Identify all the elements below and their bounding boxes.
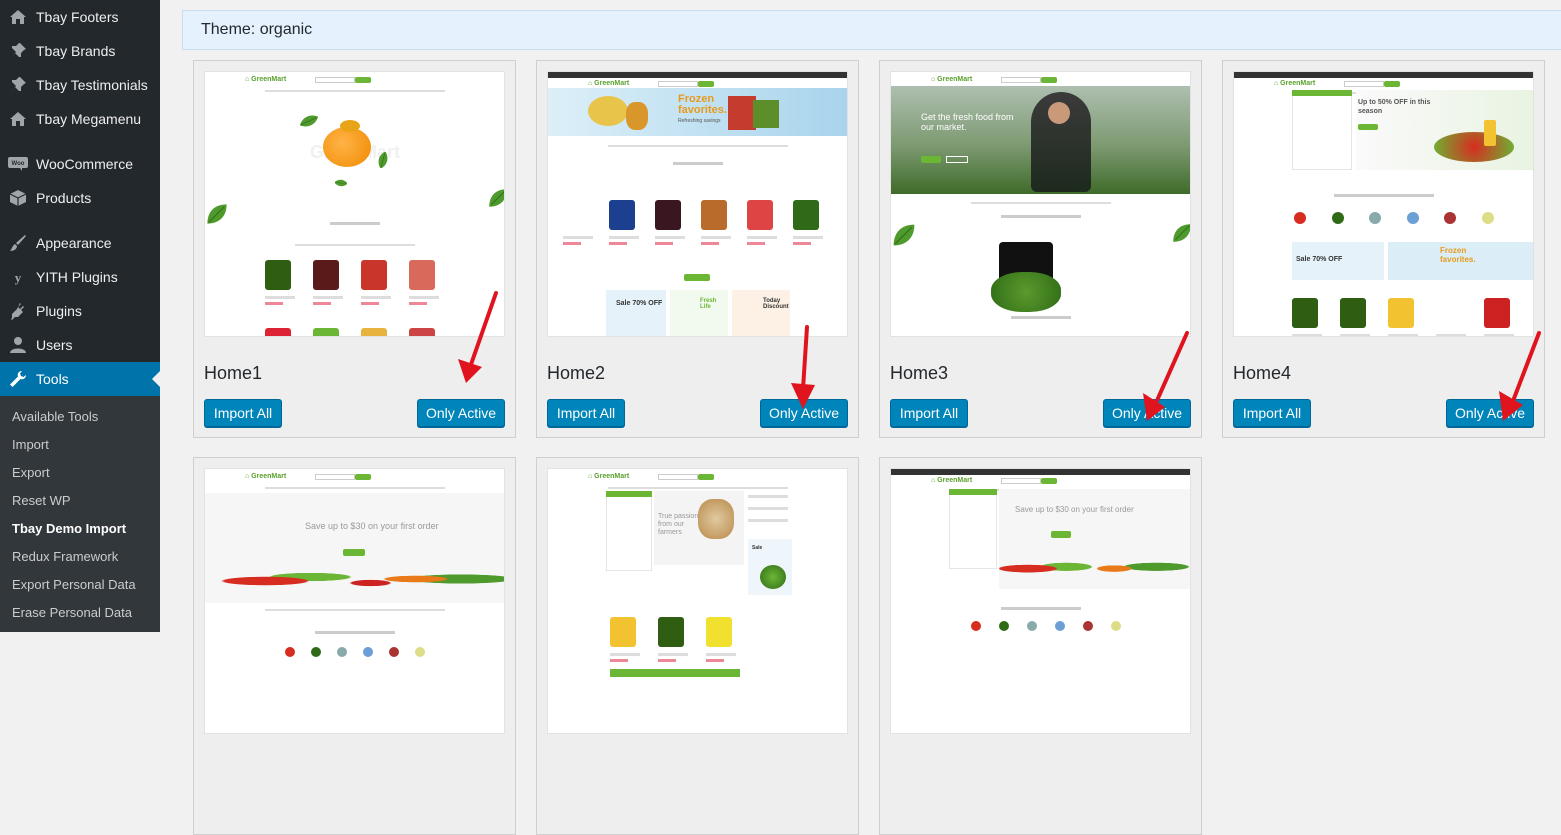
sidebar-item-tools[interactable]: Tools <box>0 362 160 396</box>
sidebar-item-tbay-testimonials[interactable]: Tbay Testimonials <box>0 68 160 102</box>
home-icon <box>0 109 36 129</box>
sidebar-item-label: WooCommerce <box>36 156 133 172</box>
import-all-button[interactable]: Import All <box>1233 399 1311 427</box>
submenu-item-import[interactable]: Import <box>12 435 49 455</box>
demo-screenshot: ⌂ GreenMart True passionate from our farm… <box>547 468 848 734</box>
sidebar-item-appearance[interactable]: Appearance <box>0 226 160 260</box>
woocommerce-icon: Woo <box>0 154 36 174</box>
import-all-button[interactable]: Import All <box>890 399 968 427</box>
demo-card-home2: ⌂ GreenMart Frozen favorites. Refreshing s… <box>536 60 859 438</box>
sidebar-item-label: Tbay Testimonials <box>36 77 148 93</box>
theme-title: Theme: organic <box>201 21 313 38</box>
yith-icon: y <box>0 267 36 287</box>
sidebar-item-users[interactable]: Users <box>0 328 160 362</box>
demo-screenshot: ⌂ GreenMart Up to 50% OFF in this season S… <box>1233 71 1534 337</box>
pin-icon <box>0 41 36 61</box>
submenu-item-export-personal-data[interactable]: Export Personal Data <box>12 575 136 595</box>
svg-text:y: y <box>15 270 22 285</box>
demo-card-home1: ⌂ GreenMartGreenMartHome1Import AllOnly … <box>193 60 516 438</box>
sidebar-item-tbay-footers[interactable]: Tbay Footers <box>0 0 160 34</box>
demo-screenshot: ⌂ GreenMart Get the fresh food from our m… <box>890 71 1191 337</box>
plug-icon <box>0 301 36 321</box>
import-all-button[interactable]: Import All <box>547 399 625 427</box>
submenu-item-tbay-demo-import[interactable]: Tbay Demo Import <box>12 519 126 539</box>
annotation-arrow-icon <box>458 291 498 383</box>
demo-screenshot: ⌂ GreenMart Save up to $30 on your first … <box>204 468 505 734</box>
submenu-item-erase-personal-data[interactable]: Erase Personal Data <box>12 603 132 623</box>
submenu-item-reset-wp[interactable]: Reset WP <box>12 491 71 511</box>
sidebar-item-label: Tbay Brands <box>36 43 116 59</box>
user-icon <box>0 335 36 355</box>
annotation-arrow-icon <box>1499 331 1541 421</box>
only-active-button[interactable]: Only Active <box>417 399 505 427</box>
demo-name: Home3 <box>890 363 949 383</box>
demo-screenshot: ⌂ GreenMart Frozen favorites. Refreshing s… <box>547 71 848 337</box>
demo-card-home4: ⌂ GreenMart Up to 50% OFF in this season S… <box>1222 60 1545 438</box>
annotation-arrow-icon <box>1143 331 1189 421</box>
sidebar-item-plugins[interactable]: Plugins <box>0 294 160 328</box>
demo-card-home5: ⌂ GreenMart Save up to $30 on your first … <box>193 457 516 835</box>
sidebar-item-label: Tools <box>36 371 69 387</box>
submenu-item-redux-framework[interactable]: Redux Framework <box>12 547 118 567</box>
sidebar-item-label: Users <box>36 337 73 353</box>
sidebar-item-label: Plugins <box>36 303 82 319</box>
sidebar-item-woocommerce[interactable]: Woo WooCommerce <box>0 147 160 181</box>
tools-submenu: Available Tools Import Export Reset WP Tbay … <box>0 396 160 632</box>
sidebar-item-label: Products <box>36 190 92 206</box>
main-content: Theme: organic ⌂ GreenMartGreenMartHome1… <box>182 10 1561 835</box>
import-all-button[interactable]: Import All <box>204 399 282 427</box>
annotation-arrow-icon <box>791 325 815 409</box>
sidebar-item-label: Tbay Footers <box>36 9 119 25</box>
sidebar-item-label: Appearance <box>36 235 112 251</box>
paintbrush-icon <box>0 233 36 253</box>
sidebar-item-label: YITH Plugins <box>36 269 118 285</box>
demo-card-home6: ⌂ GreenMart True passionate from our farm… <box>536 457 859 835</box>
demo-card-home7: ⌂ GreenMart Save up to $30 on your first … <box>879 457 1202 835</box>
demo-name: Home1 <box>204 363 263 383</box>
pin-icon <box>0 75 36 95</box>
sidebar-item-products[interactable]: Products <box>0 181 160 215</box>
demo-name: Home4 <box>1233 363 1292 383</box>
wrench-icon <box>0 369 36 389</box>
demo-screenshot: ⌂ GreenMart Save up to $30 on your first … <box>890 468 1191 734</box>
demo-card-home3: ⌂ GreenMart Get the fresh food from our m… <box>879 60 1202 438</box>
theme-title-bar: Theme: organic <box>182 10 1561 50</box>
sidebar-item-tbay-megamenu[interactable]: Tbay Megamenu <box>0 102 160 136</box>
home-icon <box>0 7 36 27</box>
submenu-item-available-tools[interactable]: Available Tools <box>12 407 98 427</box>
sidebar-item-yith-plugins[interactable]: y YITH Plugins <box>0 260 160 294</box>
submenu-item-export[interactable]: Export <box>12 463 50 483</box>
svg-text:Woo: Woo <box>12 161 25 167</box>
box-icon <box>0 188 36 208</box>
sidebar-item-tbay-brands[interactable]: Tbay Brands <box>0 34 160 68</box>
demo-name: Home2 <box>547 363 606 383</box>
sidebar-item-label: Tbay Megamenu <box>36 111 142 127</box>
